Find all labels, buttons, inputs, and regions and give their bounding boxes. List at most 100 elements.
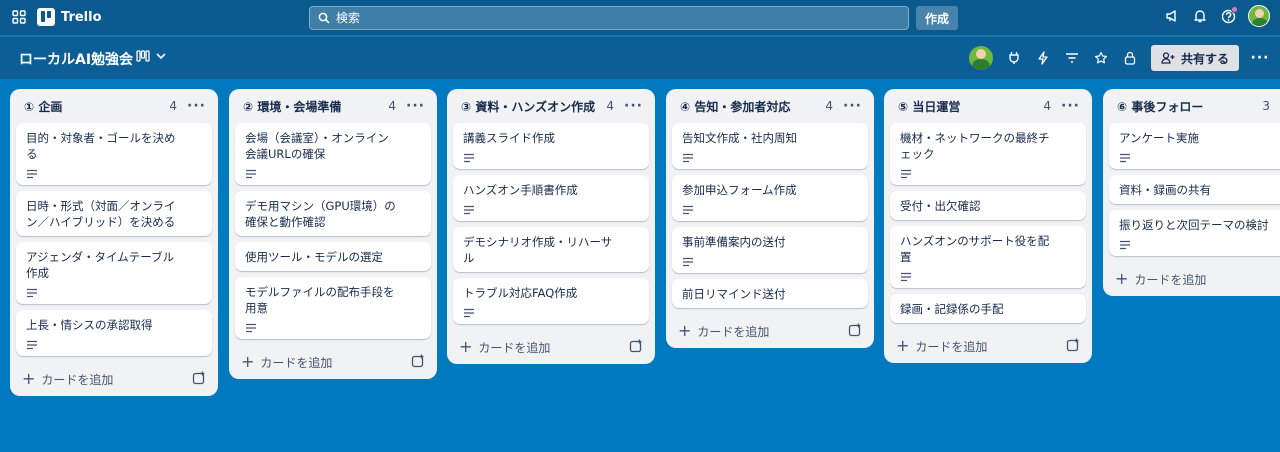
list-menu-icon[interactable]: ···	[843, 98, 862, 114]
list-column[interactable]: ② 環境・会場準備 4 ··· 会場（会議室）・オンライン 会議URLの確保デモ用マシ…	[229, 89, 437, 379]
list-footer: + カードを追加	[1109, 262, 1280, 296]
list-menu-icon[interactable]: ···	[187, 98, 206, 114]
card[interactable]: 機材・ネットワークの最終チ ェック	[890, 123, 1086, 185]
card[interactable]: 講義スライド作成	[453, 123, 649, 169]
list-menu-icon[interactable]: ···	[406, 98, 425, 114]
list-header[interactable]: ⑤ 当日運営 4 ···	[890, 89, 1086, 123]
list-header[interactable]: ④ 告知・参加者対応 4 ···	[672, 89, 868, 123]
card[interactable]: 日時・形式（対面／オンライ ン／ハイブリッド）を決める	[16, 191, 212, 236]
list-column[interactable]: ① 企画 4 ··· 目的・対象者・ゴールを決め る日時・形式（対面／オンライ ン／ハ…	[10, 89, 218, 396]
card[interactable]: アンケート実施	[1109, 123, 1280, 169]
description-icon	[1119, 151, 1280, 163]
list-header[interactable]: ③ 資料・ハンズオン作成 4 ···	[453, 89, 649, 123]
trello-logo[interactable]: Trello	[37, 8, 102, 26]
notification-bell-icon[interactable]	[1192, 8, 1208, 24]
list-footer: + カードを追加	[16, 362, 212, 396]
board-member-avatar[interactable]	[968, 46, 993, 70]
create-from-template-icon[interactable]	[848, 323, 862, 340]
power-ups-icon[interactable]	[1006, 50, 1022, 66]
list-card-count: 4	[388, 99, 397, 113]
card[interactable]: 受付・出欠確認	[890, 191, 1086, 220]
card-title: 資料・録画の共有	[1119, 183, 1211, 197]
card[interactable]: 資料・録画の共有	[1109, 175, 1280, 204]
list-column[interactable]: ⑥ 事後フォロー3··· アンケート実施資料・録画の共有振り返りと次回テーマの検討…	[1103, 89, 1280, 296]
megaphone-icon[interactable]	[1164, 8, 1180, 24]
search-box[interactable]	[309, 6, 909, 30]
create-from-template-icon[interactable]	[629, 339, 643, 356]
card-title: 告知文作成・社内周知	[682, 131, 797, 145]
user-avatar[interactable]	[1248, 5, 1270, 27]
card[interactable]: ハンズオンのサポート役を配 置	[890, 226, 1086, 288]
list-title[interactable]: ⑥ 事後フォロー	[1117, 98, 1262, 115]
card[interactable]: アジェンダ・タイムテーブル 作成	[16, 242, 212, 304]
list-title[interactable]: ② 環境・会場準備	[243, 98, 388, 115]
card[interactable]: ハンズオン手順書作成	[453, 175, 649, 221]
app-switcher-icon[interactable]	[12, 10, 26, 24]
list-title[interactable]: ④ 告知・参加者対応	[680, 98, 825, 115]
lock-icon[interactable]	[1122, 50, 1138, 66]
create-from-template-icon[interactable]	[411, 354, 425, 371]
create-from-template-icon[interactable]	[192, 371, 206, 388]
add-card-button[interactable]: + カードを追加	[241, 354, 332, 371]
description-icon	[26, 167, 202, 179]
help-icon[interactable]	[1220, 6, 1238, 24]
search-input[interactable]	[336, 11, 876, 25]
list-title[interactable]: ③ 資料・ハンズオン作成	[461, 98, 606, 115]
list-column[interactable]: ④ 告知・参加者対応 4 ··· 告知文作成・社内周知参加申込フォーム作成事前準備案内…	[666, 89, 874, 348]
description-icon	[900, 270, 1076, 282]
card[interactable]: トラブル対応FAQ作成	[453, 278, 649, 324]
automation-icon[interactable]	[1035, 50, 1051, 66]
add-card-button[interactable]: + カードを追加	[678, 323, 769, 340]
list-title[interactable]: ① 企画	[24, 98, 169, 115]
create-from-template-icon[interactable]	[1066, 338, 1080, 355]
card[interactable]: 告知文作成・社内周知	[672, 123, 868, 169]
list-menu-icon[interactable]: ···	[1061, 98, 1080, 114]
card[interactable]: 使用ツール・モデルの選定	[235, 242, 431, 271]
card-title: 機材・ネットワークの最終チ ェック	[900, 131, 1050, 161]
add-card-button[interactable]: + カードを追加	[1115, 271, 1206, 288]
star-icon[interactable]	[1093, 50, 1109, 66]
list-title[interactable]: ⑤ 当日運営	[898, 98, 1043, 115]
card[interactable]: デモシナリオ作成・リハーサ ル	[453, 227, 649, 272]
list-header[interactable]: ⑥ 事後フォロー3···	[1109, 89, 1280, 123]
card[interactable]: 目的・対象者・ゴールを決め る	[16, 123, 212, 185]
description-icon	[245, 321, 421, 333]
card[interactable]: 上長・情シスの承認取得	[16, 310, 212, 356]
list-card-count: 4	[169, 99, 178, 113]
list-column[interactable]: ⑤ 当日運営 4 ··· 機材・ネットワークの最終チ ェック受付・出欠確認ハンズオンの…	[884, 89, 1092, 363]
card[interactable]: 会場（会議室）・オンライン 会議URLの確保	[235, 123, 431, 185]
card-title: モデルファイルの配布手段を 用意	[245, 285, 395, 315]
card-title: アジェンダ・タイムテーブル 作成	[26, 250, 175, 280]
list-footer: + カードを追加	[453, 330, 649, 364]
card-title: 事前準備案内の送付	[682, 235, 786, 249]
list-header[interactable]: ① 企画 4 ···	[16, 89, 212, 123]
list-header[interactable]: ② 環境・会場準備 4 ···	[235, 89, 431, 123]
list-card-count: 4	[1043, 99, 1052, 113]
share-label: 共有する	[1180, 51, 1229, 66]
card[interactable]: 振り返りと次回テーマの検討	[1109, 210, 1280, 256]
card-title: 日時・形式（対面／オンライ ン／ハイブリッド）を決める	[26, 199, 176, 229]
board-title[interactable]: ローカルAI勉強会	[19, 49, 133, 69]
add-card-button[interactable]: + カードを追加	[22, 371, 113, 388]
card[interactable]: デモ用マシン（GPU環境）の 確保と動作確認	[235, 191, 431, 236]
share-button[interactable]: 共有する	[1150, 45, 1239, 71]
card[interactable]: モデルファイルの配布手段を 用意	[235, 277, 431, 339]
filter-icon[interactable]	[1064, 50, 1080, 66]
plus-icon: +	[241, 352, 255, 371]
more-menu-icon[interactable]: ···	[1251, 50, 1269, 66]
add-card-button[interactable]: + カードを追加	[896, 338, 987, 355]
list-column[interactable]: ③ 資料・ハンズオン作成 4 ··· 講義スライド作成 ハンズオン手順書作成 デモシナリオ…	[447, 89, 655, 364]
card-title: 録画・記録係の手配	[900, 302, 1004, 316]
board-header: ローカルAI勉強会 共有する ···	[0, 37, 1280, 79]
card[interactable]: 録画・記録係の手配	[890, 294, 1086, 323]
board-view-switcher[interactable]	[136, 50, 166, 62]
list-menu-icon[interactable]: ···	[624, 98, 643, 114]
create-button[interactable]: 作成	[916, 6, 959, 30]
card[interactable]: 前日リマインド送付	[672, 279, 868, 308]
card-title: アンケート実施	[1119, 131, 1200, 145]
add-card-button[interactable]: + カードを追加	[459, 339, 550, 356]
help-notification-dot	[1231, 6, 1238, 13]
card[interactable]: 事前準備案内の送付	[672, 227, 868, 273]
description-icon	[26, 338, 202, 350]
card[interactable]: 参加申込フォーム作成	[672, 175, 868, 221]
